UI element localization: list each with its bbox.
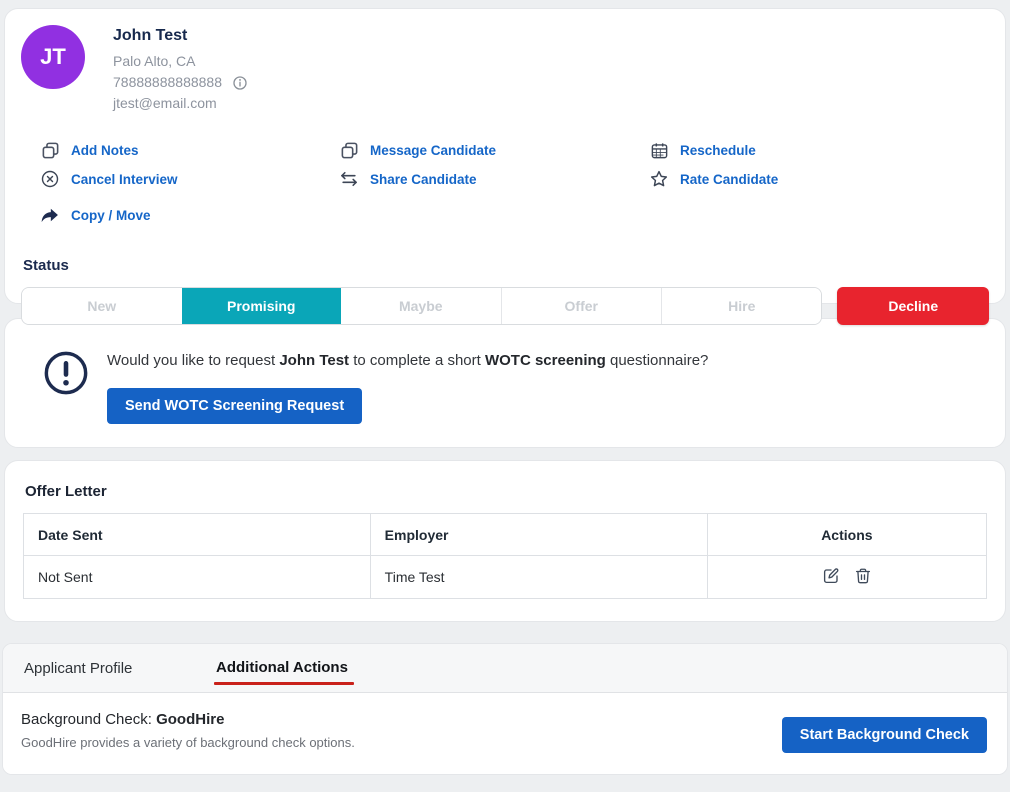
- wotc-text-1: Would you like to request: [107, 352, 279, 369]
- column-header-date-sent: Date Sent: [24, 514, 371, 556]
- actions-column-2: Message Candidate Share Candidate: [339, 140, 649, 234]
- offer-table-row: Not Sent Time Test: [24, 556, 987, 599]
- wotc-card: Would you like to request John Test to c…: [4, 318, 1006, 448]
- edit-icon[interactable]: [822, 567, 840, 585]
- cancel-interview-label: Cancel Interview: [71, 172, 178, 187]
- offer-letter-table: Date Sent Employer Actions Not Sent Time…: [23, 513, 987, 599]
- offer-table-header-row: Date Sent Employer Actions: [24, 514, 987, 556]
- tab-applicant-profile[interactable]: Applicant Profile: [24, 660, 216, 677]
- candidate-card: JT John Test Palo Alto, CA 7888888888888…: [4, 8, 1006, 304]
- additional-actions-panel: Applicant Profile Additional Actions Bac…: [2, 643, 1008, 775]
- candidate-actions: Add Notes Cancel Interview Copy / Mov: [21, 140, 989, 234]
- notes-icon: [40, 141, 60, 160]
- alert-exclamation-icon: [43, 350, 89, 447]
- reschedule-link[interactable]: Reschedule: [649, 140, 989, 160]
- share-candidate-link[interactable]: Share Candidate: [339, 169, 649, 189]
- background-check-info: Background Check: GoodHire GoodHire prov…: [21, 711, 355, 750]
- add-notes-link[interactable]: Add Notes: [40, 140, 339, 160]
- info-icon[interactable]: [230, 75, 250, 91]
- decline-button[interactable]: Decline: [837, 287, 989, 325]
- send-wotc-request-button[interactable]: Send WOTC Screening Request: [107, 388, 362, 424]
- status-hire-button[interactable]: Hire: [661, 288, 822, 324]
- background-check-description: GoodHire provides a variety of backgroun…: [21, 735, 355, 750]
- calendar-icon: [649, 141, 669, 160]
- star-icon: [649, 169, 669, 189]
- message-doc-icon: [339, 141, 359, 160]
- status-new-button[interactable]: New: [22, 288, 182, 324]
- wotc-question: Would you like to request John Test to c…: [107, 352, 708, 369]
- cell-date-sent: Not Sent: [24, 556, 371, 599]
- delete-icon[interactable]: [854, 567, 872, 585]
- actions-column-1: Add Notes Cancel Interview Copy / Mov: [21, 140, 339, 234]
- column-header-actions: Actions: [707, 514, 986, 556]
- candidate-phone: 78888888888888: [113, 72, 222, 93]
- wotc-candidate-name: John Test: [279, 352, 349, 369]
- candidate-location: Palo Alto, CA: [113, 51, 250, 72]
- background-check-title: Background Check: GoodHire: [21, 711, 355, 728]
- candidate-email: jtest@email.com: [113, 93, 250, 114]
- add-notes-label: Add Notes: [71, 143, 139, 158]
- background-check-label: Background Check:: [21, 711, 156, 728]
- status-promising-button[interactable]: Promising: [182, 288, 342, 324]
- rate-candidate-label: Rate Candidate: [680, 172, 778, 187]
- reschedule-label: Reschedule: [680, 143, 756, 158]
- tab-additional-actions[interactable]: Additional Actions: [216, 659, 348, 678]
- actions-column-3: Reschedule Rate Candidate: [649, 140, 989, 234]
- status-heading: Status: [23, 257, 989, 274]
- rate-candidate-link[interactable]: Rate Candidate: [649, 169, 989, 189]
- copy-move-label: Copy / Move: [71, 208, 151, 223]
- copy-move-link[interactable]: Copy / Move: [40, 205, 339, 225]
- start-background-check-button[interactable]: Start Background Check: [782, 717, 987, 753]
- cell-actions: [707, 556, 986, 599]
- background-check-provider: GoodHire: [156, 711, 224, 728]
- cell-employer: Time Test: [370, 556, 707, 599]
- status-maybe-button[interactable]: Maybe: [341, 288, 501, 324]
- candidate-phone-row: 78888888888888: [113, 72, 250, 93]
- cancel-circle-icon: [40, 169, 60, 189]
- cancel-interview-link[interactable]: Cancel Interview: [40, 169, 339, 189]
- status-row: New Promising Maybe Offer Hire Decline: [21, 287, 989, 325]
- profile-info: John Test Palo Alto, CA 78888888888888 j…: [113, 25, 250, 114]
- message-candidate-label: Message Candidate: [370, 143, 496, 158]
- wotc-text-3: questionnaire?: [606, 352, 709, 369]
- profile-header: JT John Test Palo Alto, CA 7888888888888…: [21, 25, 989, 114]
- wotc-highlight: WOTC screening: [485, 352, 606, 369]
- candidate-name: John Test: [113, 27, 250, 45]
- status-button-group: New Promising Maybe Offer Hire: [21, 287, 822, 325]
- tab-strip: Applicant Profile Additional Actions: [3, 644, 1007, 693]
- share-candidate-label: Share Candidate: [370, 172, 477, 187]
- column-header-employer: Employer: [370, 514, 707, 556]
- avatar: JT: [21, 25, 85, 89]
- message-candidate-link[interactable]: Message Candidate: [339, 140, 649, 160]
- background-check-section: Background Check: GoodHire GoodHire prov…: [3, 693, 1007, 775]
- forward-arrow-icon: [40, 205, 60, 225]
- status-offer-button[interactable]: Offer: [501, 288, 662, 324]
- wotc-text-2: to complete a short: [349, 352, 485, 369]
- offer-letter-heading: Offer Letter: [25, 483, 987, 500]
- swap-arrows-icon: [339, 169, 359, 189]
- wotc-body: Would you like to request John Test to c…: [107, 347, 708, 447]
- offer-letter-card: Offer Letter Date Sent Employer Actions …: [4, 460, 1006, 622]
